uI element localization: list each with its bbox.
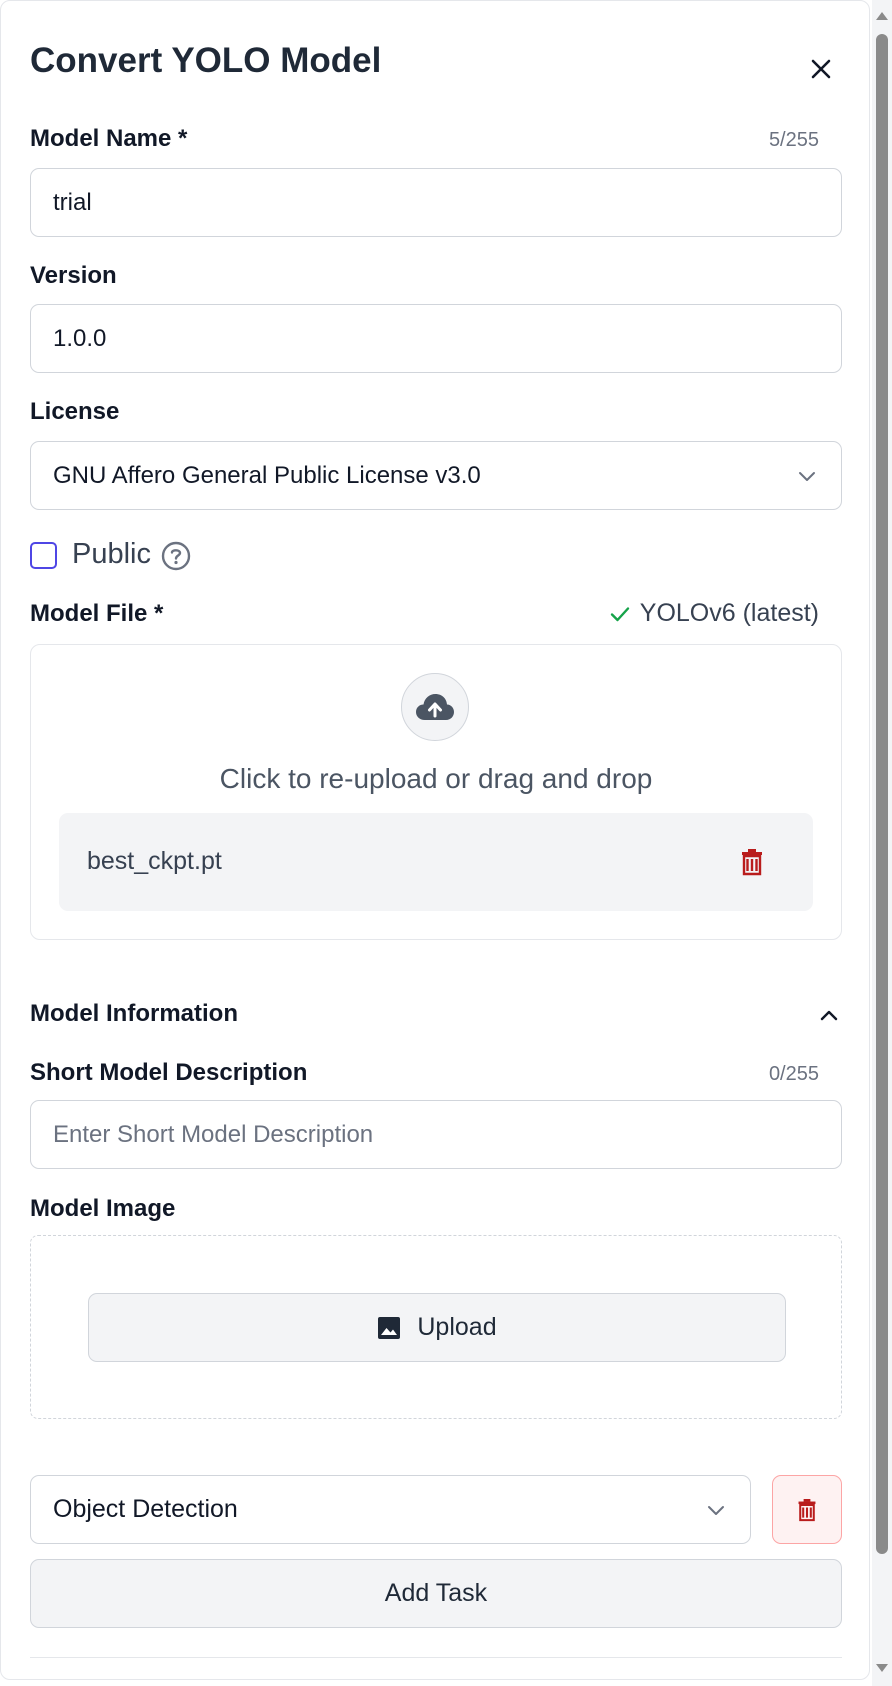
version-label: Version [30, 262, 117, 289]
upload-icon-badge [401, 673, 469, 741]
close-icon [811, 59, 831, 79]
model-image-label: Model Image [30, 1195, 176, 1222]
image-icon [378, 1316, 401, 1339]
model-name-counter: 5/255 [768, 129, 819, 151]
upload-image-button[interactable]: Upload [88, 1293, 786, 1362]
scroll-up-arrow-icon[interactable] [874, 8, 890, 24]
dialog-title: Convert YOLO Model [30, 41, 382, 80]
public-label: Public [72, 538, 151, 570]
help-circle-icon[interactable] [161, 541, 191, 571]
trash-icon[interactable] [739, 848, 765, 876]
version-input[interactable]: 1.0.0 [30, 304, 842, 373]
license-label: License [30, 398, 120, 425]
chevron-up-icon[interactable] [815, 1001, 843, 1029]
version-value: 1.0.0 [53, 324, 107, 352]
task-select[interactable]: Object Detection [30, 1475, 751, 1544]
close-button[interactable] [801, 49, 841, 89]
model-name-input[interactable]: trial [30, 168, 842, 237]
check-icon [610, 606, 629, 621]
chevron-down-icon [799, 471, 815, 481]
model-file-label: Model File * [30, 600, 164, 627]
public-checkbox[interactable] [30, 542, 57, 569]
model-image-dropzone[interactable]: Upload [30, 1235, 842, 1419]
trash-icon [798, 1498, 816, 1521]
dropzone-text: Click to re-upload or drag and drop [219, 763, 653, 794]
task-value: Object Detection [53, 1495, 238, 1523]
model-name-value: trial [53, 188, 92, 216]
scroll-down-arrow-icon[interactable] [874, 1660, 890, 1676]
delete-task-button[interactable] [772, 1475, 842, 1544]
cloud-upload-icon [416, 694, 454, 720]
uploaded-file-name: best_ckpt.pt [87, 847, 222, 875]
scrollbar-thumb[interactable] [876, 34, 888, 1554]
convert-model-dialog: Convert YOLO Model Model Name * 5/255 tr… [0, 0, 870, 1680]
license-value: GNU Affero General Public License v3.0 [53, 461, 481, 489]
model-file-dropzone[interactable]: Click to re-upload or drag and drop best… [30, 644, 842, 940]
add-task-button[interactable]: Add Task [30, 1559, 842, 1628]
short-description-placeholder: Enter Short Model Description [53, 1120, 374, 1148]
license-select[interactable]: GNU Affero General Public License v3.0 [30, 441, 842, 510]
uploaded-file-row: best_ckpt.pt [59, 813, 813, 911]
model-name-label: Model Name * [30, 125, 188, 152]
model-version-text: YOLOv6 (latest) [639, 599, 819, 627]
short-description-counter: 0/255 [768, 1063, 819, 1085]
model-version-status: YOLOv6 (latest) [608, 599, 819, 628]
chevron-down-icon [708, 1505, 724, 1515]
short-description-label: Short Model Description [30, 1059, 308, 1086]
model-information-title: Model Information [30, 1000, 238, 1027]
short-description-input[interactable]: Enter Short Model Description [30, 1100, 842, 1169]
footer-divider [30, 1657, 842, 1658]
upload-image-label: Upload [417, 1313, 497, 1341]
